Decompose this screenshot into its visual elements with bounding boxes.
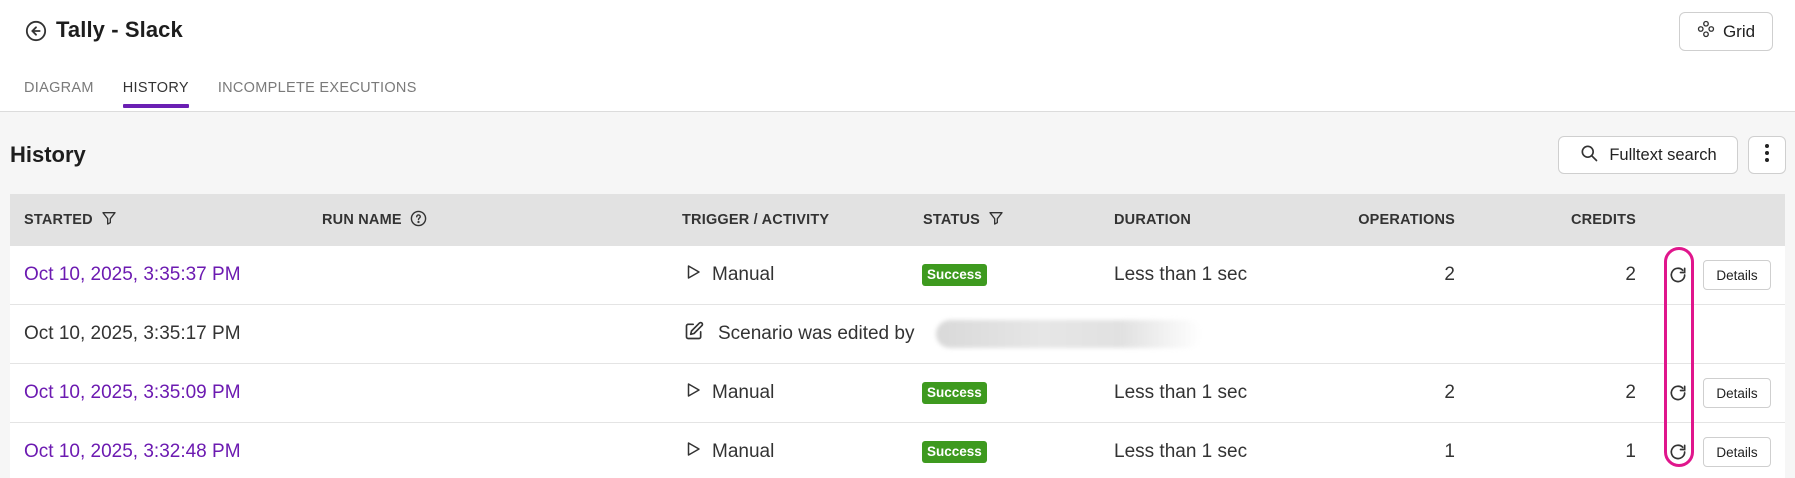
credits-cell: 2	[1625, 264, 1636, 285]
status-badge: Success	[922, 382, 987, 404]
fulltext-search-label: Fulltext search	[1609, 145, 1717, 164]
duration-cell: Less than 1 sec	[1114, 441, 1248, 462]
play-icon	[684, 440, 702, 464]
table-header: STARTED RUN NAME TRIGGER / ACTIVITY STAT…	[10, 194, 1785, 246]
credits-cell: 1	[1625, 441, 1636, 462]
column-run-name-label: RUN NAME	[322, 212, 402, 228]
tab-bar: DIAGRAM HISTORY INCOMPLETE EXECUTIONS	[24, 80, 417, 108]
trigger-label: Manual	[712, 382, 775, 403]
table-row: Oct 10, 2025, 3:35:17 PM Scenario was ed…	[10, 305, 1785, 364]
search-icon	[1579, 143, 1599, 168]
trigger-cell: Manual	[684, 364, 774, 422]
redacted-user-name	[936, 320, 1202, 348]
trigger-label: Manual	[712, 264, 775, 285]
help-icon[interactable]	[410, 210, 427, 231]
operations-cell: 2	[1444, 382, 1455, 403]
play-icon	[684, 381, 702, 405]
back-arrow-icon[interactable]	[24, 19, 48, 43]
status-badge: Success	[922, 264, 987, 286]
status-badge: Success	[922, 441, 987, 463]
tab-diagram[interactable]: DIAGRAM	[24, 80, 94, 106]
column-started-label: STARTED	[24, 212, 93, 228]
trigger-label: Manual	[712, 441, 775, 462]
details-button[interactable]: Details	[1703, 260, 1771, 290]
more-vertical-icon	[1764, 143, 1770, 168]
operations-cell: 1	[1444, 441, 1455, 462]
column-duration: DURATION	[1114, 212, 1192, 228]
top-bar: Tally - Slack Grid DIAGRAM HISTORY INCOM…	[0, 0, 1795, 112]
column-credits: CREDITS	[1570, 212, 1636, 228]
history-title: History	[10, 142, 86, 167]
duration-cell: Less than 1 sec	[1114, 264, 1248, 285]
column-status: STATUS	[923, 194, 1004, 246]
column-operations: OPERATIONS	[1358, 212, 1455, 228]
status-cell: Success	[922, 423, 987, 478]
rerun-icon[interactable]	[1666, 381, 1690, 405]
activity-text: Scenario was edited by	[718, 323, 915, 344]
trigger-cell: Manual	[684, 423, 774, 478]
fulltext-search-button[interactable]: Fulltext search	[1558, 136, 1738, 174]
more-options-button[interactable]	[1748, 136, 1786, 174]
table-row: Oct 10, 2025, 3:35:37 PM Manual Success …	[10, 246, 1785, 305]
status-cell: Success	[922, 364, 987, 422]
rerun-icon[interactable]	[1666, 263, 1690, 287]
column-run-name: RUN NAME	[322, 194, 427, 246]
tab-incomplete-executions[interactable]: INCOMPLETE EXECUTIONS	[218, 80, 417, 106]
grid-icon	[1697, 20, 1715, 43]
tab-history[interactable]: HISTORY	[122, 80, 189, 108]
page-title: Tally - Slack	[56, 17, 183, 42]
grid-button-label: Grid	[1722, 21, 1756, 41]
trigger-cell: Manual	[684, 246, 774, 304]
rerun-icon[interactable]	[1666, 440, 1690, 464]
details-button[interactable]: Details	[1703, 378, 1771, 408]
credits-cell: 2	[1625, 382, 1636, 403]
edit-icon	[684, 321, 704, 347]
activity-cell: Scenario was edited by	[684, 305, 1202, 363]
column-started: STARTED	[24, 194, 117, 246]
history-table: STARTED RUN NAME TRIGGER / ACTIVITY STAT…	[10, 194, 1785, 478]
started-link[interactable]: Oct 10, 2025, 3:32:48 PM	[24, 423, 241, 478]
history-panel: History Fulltext search STARTED RUN NAME…	[0, 112, 1795, 478]
operations-cell: 2	[1444, 264, 1455, 285]
column-trigger-activity: TRIGGER / ACTIVITY	[682, 212, 830, 228]
table-row: Oct 10, 2025, 3:35:09 PM Manual Success …	[10, 364, 1785, 423]
status-cell: Success	[922, 246, 987, 304]
filter-icon[interactable]	[988, 210, 1004, 230]
filter-icon[interactable]	[101, 210, 117, 230]
started-link[interactable]: Oct 10, 2025, 3:35:37 PM	[24, 246, 241, 304]
started-text: Oct 10, 2025, 3:35:17 PM	[24, 323, 241, 344]
column-status-label: STATUS	[923, 212, 981, 228]
table-row: Oct 10, 2025, 3:32:48 PM Manual Success …	[10, 423, 1785, 478]
grid-button[interactable]: Grid	[1679, 12, 1773, 51]
play-icon	[684, 263, 702, 287]
started-link[interactable]: Oct 10, 2025, 3:35:09 PM	[24, 364, 241, 422]
details-button[interactable]: Details	[1703, 437, 1771, 467]
duration-cell: Less than 1 sec	[1114, 382, 1248, 403]
